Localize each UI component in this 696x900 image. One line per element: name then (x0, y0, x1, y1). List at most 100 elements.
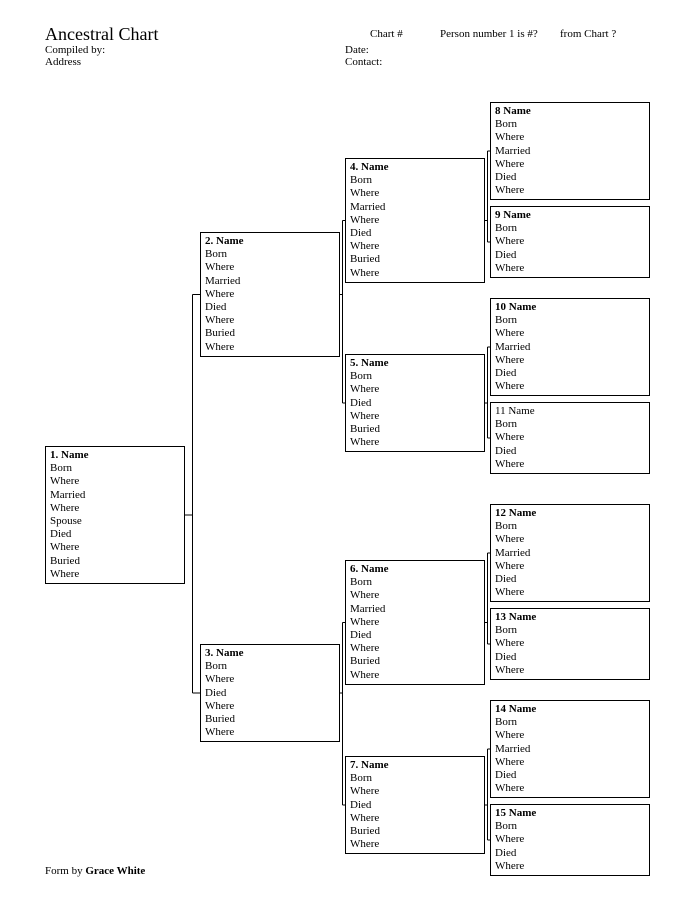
box-field: Born (495, 624, 645, 637)
box-header: 6. Name (350, 563, 480, 576)
box-field: Married (50, 489, 180, 502)
box-header: 5. Name (350, 357, 480, 370)
box-field: Married (495, 341, 645, 354)
box-field: Where (350, 410, 480, 423)
box-field: Where (50, 541, 180, 554)
box-field: Born (495, 418, 645, 431)
ancestor-box-12: 12 NameBornWhereMarriedWhereDiedWhere (490, 504, 650, 602)
box-field: Where (495, 262, 645, 275)
box-field: Where (350, 240, 480, 253)
box-field: Buried (350, 253, 480, 266)
form-by-name: Grace White (85, 865, 145, 877)
box-field: Where (350, 436, 480, 449)
box-field: Where (350, 812, 480, 825)
box-header: 12 Name (495, 507, 645, 520)
box-field: Where (495, 131, 645, 144)
box-field: Where (495, 664, 645, 677)
box-field: Died (205, 301, 335, 314)
box-header: 15 Name (495, 807, 645, 820)
box-field: Where (350, 383, 480, 396)
box-field: Born (205, 660, 335, 673)
box-field: Spouse (50, 515, 180, 528)
box-header: 10 Name (495, 301, 645, 314)
box-field: Died (205, 687, 335, 700)
box-field: Born (350, 576, 480, 589)
box-field: Buried (350, 825, 480, 838)
ancestor-box-7: 7. NameBornWhereDiedWhereBuriedWhere (345, 756, 485, 854)
box-field: Died (495, 847, 645, 860)
box-field: Born (50, 462, 180, 475)
form-by-prefix: Form by (45, 865, 85, 877)
box-field: Where (350, 267, 480, 280)
box-field: Where (495, 729, 645, 742)
box-field: Married (495, 743, 645, 756)
box-field: Died (350, 629, 480, 642)
box-field: Where (205, 673, 335, 686)
box-field: Where (495, 756, 645, 769)
compiled-by-label: Compiled by: (45, 44, 105, 56)
box-field: Buried (205, 713, 335, 726)
box-field: Died (495, 651, 645, 664)
box-field: Where (50, 475, 180, 488)
box-field: Died (50, 528, 180, 541)
box-header: 2. Name (205, 235, 335, 248)
box-field: Born (495, 118, 645, 131)
box-field: Where (495, 833, 645, 846)
box-field: Died (350, 227, 480, 240)
ancestor-box-9: 9 NameBornWhereDiedWhere (490, 206, 650, 278)
box-field: Where (50, 502, 180, 515)
box-field: Born (495, 520, 645, 533)
box-header: 4. Name (350, 161, 480, 174)
box-field: Born (495, 820, 645, 833)
box-field: Married (495, 145, 645, 158)
box-field: Died (350, 397, 480, 410)
box-field: Where (350, 616, 480, 629)
box-field: Where (495, 637, 645, 650)
box-field: Where (495, 431, 645, 444)
box-header: 14 Name (495, 703, 645, 716)
box-field: Where (495, 782, 645, 795)
box-field: Where (495, 235, 645, 248)
ancestor-box-4: 4. NameBornWhereMarriedWhereDiedWhereBur… (345, 158, 485, 283)
box-field: Where (205, 341, 335, 354)
box-field: Died (495, 445, 645, 458)
box-field: Died (495, 367, 645, 380)
ancestor-box-13: 13 NameBornWhereDiedWhere (490, 608, 650, 680)
box-field: Where (350, 187, 480, 200)
box-field: Where (205, 261, 335, 274)
ancestor-box-1: 1. NameBornWhereMarriedWhereSpouseDiedWh… (45, 446, 185, 584)
ancestor-box-6: 6. NameBornWhereMarriedWhereDiedWhereBur… (345, 560, 485, 685)
box-header: 1. Name (50, 449, 180, 462)
box-field: Born (495, 716, 645, 729)
from-chart-label: from Chart ? (560, 28, 616, 40)
box-header: 7. Name (350, 759, 480, 772)
box-header: 13 Name (495, 611, 645, 624)
ancestor-box-15: 15 NameBornWhereDiedWhere (490, 804, 650, 876)
box-field: Where (495, 586, 645, 599)
ancestor-box-3: 3. NameBornWhereDiedWhereBuriedWhere (200, 644, 340, 742)
ancestor-box-10: 10 NameBornWhereMarriedWhereDiedWhere (490, 298, 650, 396)
ancestor-box-8: 8 NameBornWhereMarriedWhereDiedWhere (490, 102, 650, 200)
box-field: Where (50, 568, 180, 581)
box-field: Born (350, 174, 480, 187)
box-field: Where (205, 726, 335, 739)
chart-number-label: Chart # (370, 28, 403, 40)
box-field: Born (350, 370, 480, 383)
box-field: Born (495, 314, 645, 327)
box-header: 9 Name (495, 209, 645, 222)
ancestor-box-5: 5. NameBornWhereDiedWhereBuriedWhere (345, 354, 485, 452)
box-field: Where (495, 860, 645, 873)
ancestor-box-11: 11 NameBornWhereDiedWhere (490, 402, 650, 474)
box-field: Born (205, 248, 335, 261)
box-field: Buried (50, 555, 180, 568)
box-field: Where (495, 560, 645, 573)
box-field: Married (350, 201, 480, 214)
box-field: Where (350, 838, 480, 851)
box-field: Died (350, 799, 480, 812)
box-field: Buried (205, 327, 335, 340)
box-field: Where (205, 314, 335, 327)
contact-label: Contact: (345, 56, 382, 68)
box-field: Where (495, 158, 645, 171)
box-field: Where (350, 642, 480, 655)
box-field: Where (350, 785, 480, 798)
